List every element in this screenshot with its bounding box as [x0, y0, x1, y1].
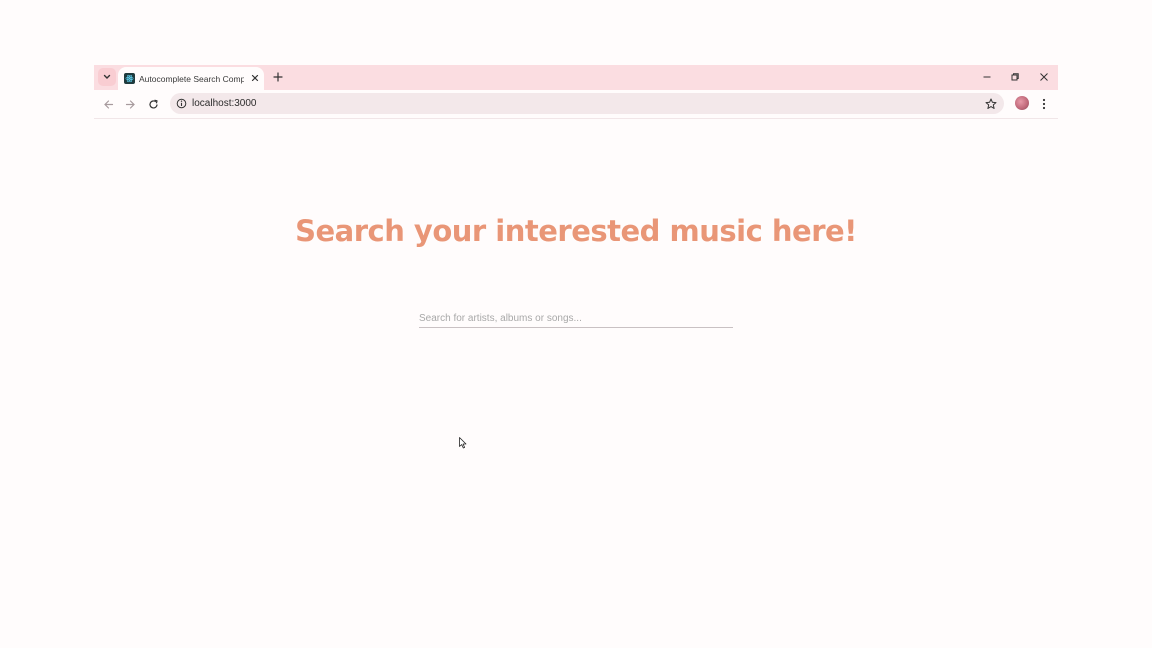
back-icon [103, 99, 113, 109]
close-icon [251, 74, 259, 82]
back-button[interactable] [100, 96, 116, 112]
forward-icon [125, 99, 135, 109]
react-logo-icon [124, 73, 135, 84]
restore-button[interactable] [1006, 69, 1024, 85]
profile-avatar[interactable] [1015, 96, 1029, 110]
browser-menu-button[interactable] [1038, 96, 1050, 112]
site-info-icon[interactable] [175, 97, 188, 110]
reload-button[interactable] [145, 96, 161, 112]
address-bar[interactable]: localhost:3000 [170, 93, 1004, 114]
new-tab-button[interactable] [270, 69, 286, 85]
more-vertical-icon [1042, 98, 1046, 110]
close-icon [1040, 73, 1048, 81]
tab-close-button[interactable] [248, 71, 262, 85]
tab-title: Autocomplete Search Compo [139, 74, 244, 84]
window-close-button[interactable] [1035, 69, 1053, 85]
tab-search-button[interactable] [98, 68, 116, 86]
url-text[interactable]: localhost:3000 [192, 96, 257, 111]
plus-icon [273, 72, 283, 82]
bookmark-star-icon[interactable] [983, 96, 998, 111]
search-input[interactable] [419, 309, 733, 328]
minimize-button[interactable] [978, 69, 996, 85]
chevron-down-icon [103, 74, 111, 79]
browser-window: Autocomplete Search Compo localhost:3000… [94, 65, 1058, 648]
page-title: Search your interested music here! [295, 214, 857, 248]
tab-strip: Autocomplete Search Compo [94, 65, 1058, 91]
browser-toolbar: localhost:3000 [94, 90, 1058, 119]
minimize-icon [983, 76, 991, 78]
forward-button[interactable] [122, 96, 138, 112]
mouse-pointer-icon [459, 437, 467, 449]
restore-icon [1011, 73, 1019, 81]
reload-icon [148, 99, 158, 109]
browser-tab[interactable]: Autocomplete Search Compo [118, 67, 264, 91]
